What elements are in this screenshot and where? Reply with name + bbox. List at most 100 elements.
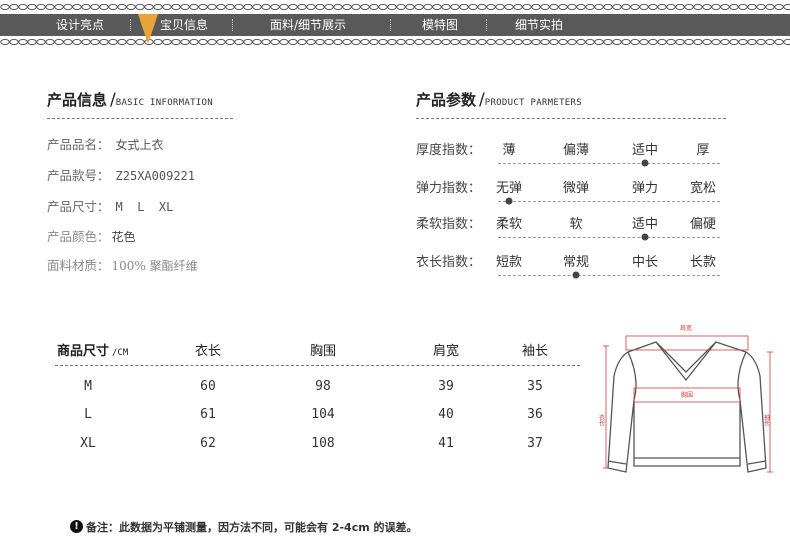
chain-link xyxy=(540,3,550,11)
info-section-title: 产品信息/BASIC INFORMATION xyxy=(47,89,213,110)
chain-link xyxy=(666,38,676,46)
chain-link xyxy=(639,3,649,11)
chain-link xyxy=(171,3,181,11)
chain-link xyxy=(360,38,370,46)
active-tab-arrow-indicator xyxy=(138,14,158,44)
chain-link xyxy=(405,3,415,11)
chain-link xyxy=(180,3,190,11)
param-option: 偏薄 xyxy=(562,143,590,158)
chain-link xyxy=(459,38,469,46)
param-option: 宽松 xyxy=(689,181,717,196)
chain-link xyxy=(621,3,631,11)
nav-separator xyxy=(486,19,487,31)
chain-link xyxy=(450,3,460,11)
chain-link xyxy=(351,3,361,11)
chain-link xyxy=(432,38,442,46)
info-title-underline xyxy=(47,118,233,119)
chain-link xyxy=(765,3,775,11)
chain-link xyxy=(252,38,262,46)
chain-link xyxy=(216,3,226,11)
chain-link xyxy=(225,38,235,46)
param-option: 适中 xyxy=(631,217,659,232)
param-option: 厚 xyxy=(696,143,710,158)
info-title-cn: 产品信息 xyxy=(47,91,108,109)
chain-link xyxy=(738,3,748,11)
chain-link xyxy=(108,38,118,46)
chain-link xyxy=(189,3,199,11)
param-selected-dot xyxy=(572,271,580,279)
chain-link xyxy=(774,38,784,46)
size-table-header-shoulder: 肩宽 xyxy=(432,344,460,359)
measurement-cell: 40 xyxy=(438,407,454,422)
chain-link xyxy=(117,3,127,11)
size-table-header-chest: 胸围 xyxy=(309,344,337,359)
param-option: 柔软 xyxy=(495,217,523,232)
measurement-cell: 108 xyxy=(311,436,335,451)
nav-item-design-highlights[interactable]: 设计亮点 xyxy=(56,14,104,36)
param-option: 偏硬 xyxy=(689,217,717,232)
nav-item-model-photos[interactable]: 模特图 xyxy=(422,14,458,36)
measurement-cell: 61 xyxy=(200,407,216,422)
nav-item-detail-photos[interactable]: 细节实拍 xyxy=(515,14,563,36)
chain-link xyxy=(198,3,208,11)
chain-link xyxy=(126,3,136,11)
chain-link xyxy=(162,3,172,11)
chain-link xyxy=(513,3,523,11)
chain-link xyxy=(585,3,595,11)
chain-link xyxy=(108,3,118,11)
measurement-cell: 60 xyxy=(200,379,216,394)
param-selected-dot xyxy=(505,197,513,205)
chain-link xyxy=(90,3,100,11)
chain-link xyxy=(693,3,703,11)
chain-link xyxy=(648,3,658,11)
size-table-divider xyxy=(55,365,580,366)
chain-link xyxy=(531,38,541,46)
param-scale-line xyxy=(498,275,720,276)
nav-item-fabric-details[interactable]: 面料/细节展示 xyxy=(270,14,346,36)
chain-link xyxy=(756,38,766,46)
chain-link xyxy=(729,3,739,11)
chain-link xyxy=(306,38,316,46)
param-label: 厚度指数： xyxy=(416,143,482,158)
top-nav: 设计亮点 宝贝信息 面料/细节展示 模特图 细节实拍 xyxy=(0,0,790,50)
param-label: 衣长指数： xyxy=(416,255,482,270)
chain-link xyxy=(783,3,790,11)
chain-link xyxy=(117,38,127,46)
chain-border-bottom xyxy=(0,38,790,46)
chain-link xyxy=(414,38,424,46)
chain-link xyxy=(657,3,667,11)
measurement-cell: 104 xyxy=(311,407,335,422)
chain-link xyxy=(702,3,712,11)
chain-link xyxy=(531,3,541,11)
chain-link xyxy=(261,38,271,46)
chain-link xyxy=(189,38,199,46)
chain-link xyxy=(144,3,154,11)
chain-link xyxy=(468,3,478,11)
chain-link xyxy=(18,38,28,46)
info-label: 产品颜色： xyxy=(47,229,110,244)
chain-link xyxy=(549,38,559,46)
param-option: 长款 xyxy=(689,255,717,270)
chain-link xyxy=(99,3,109,11)
chain-link xyxy=(774,3,784,11)
chain-link xyxy=(180,38,190,46)
chain-link xyxy=(720,38,730,46)
chain-link xyxy=(324,38,334,46)
nav-bar: 设计亮点 宝贝信息 面料/细节展示 模特图 细节实拍 xyxy=(0,14,790,36)
chain-link xyxy=(387,3,397,11)
chain-link xyxy=(315,3,325,11)
chain-link xyxy=(378,38,388,46)
chain-link xyxy=(684,38,694,46)
param-option: 软 xyxy=(569,217,583,232)
nav-item-product-info[interactable]: 宝贝信息 xyxy=(160,14,208,36)
chain-link xyxy=(477,38,487,46)
param-label: 柔软指数： xyxy=(416,217,482,232)
nav-separator xyxy=(130,19,131,31)
chain-link xyxy=(693,38,703,46)
chain-link xyxy=(396,38,406,46)
param-label: 弹力指数： xyxy=(416,181,482,196)
info-label: 产品款号： xyxy=(47,168,110,183)
chain-link xyxy=(729,38,739,46)
chain-link xyxy=(387,38,397,46)
chain-link xyxy=(126,38,136,46)
